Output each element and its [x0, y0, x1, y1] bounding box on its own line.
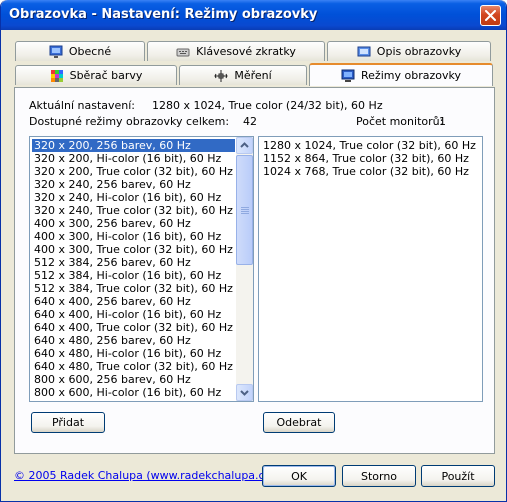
list-item[interactable]: 320 x 240, True color (32 bit), 60 Hz — [32, 204, 235, 217]
list-item[interactable]: 512 x 384, Hi-color (16 bit), 60 Hz — [32, 269, 235, 282]
list-item[interactable]: 800 x 600, 256 barev, 60 Hz — [32, 373, 235, 386]
monitor-count-value: 1 — [439, 115, 446, 128]
monitor-icon — [49, 45, 63, 58]
scroll-thumb[interactable] — [236, 155, 253, 265]
monitor-count-label: Počet monitorů: — [356, 115, 444, 128]
tab-label: Sběrač barvy — [69, 69, 143, 82]
tab-label: Měření — [234, 69, 272, 82]
list-item[interactable]: 320 x 200, True color (32 bit), 60 Hz — [32, 165, 235, 178]
list-item[interactable]: 640 x 480, Hi-color (16 bit), 60 Hz — [32, 347, 235, 360]
list-item[interactable]: 512 x 384, 256 barev, 60 Hz — [32, 256, 235, 269]
list-item[interactable]: 800 x 600, True color (32 bit), 60 Hz — [32, 399, 235, 401]
scroll-down-button[interactable] — [236, 384, 253, 401]
scroll-up-button[interactable] — [236, 137, 253, 154]
title-bar[interactable]: Obrazovka - Nastavení: Režimy obrazovky — [1, 0, 506, 30]
tab-general[interactable]: Obecné — [15, 41, 145, 61]
list-item[interactable]: 640 x 480, True color (32 bit), 60 Hz — [32, 360, 235, 373]
available-modes-list[interactable]: 320 x 200, 256 barev, 60 Hz 320 x 200, Hi… — [29, 136, 254, 402]
list-item[interactable]: 640 x 480, 256 barev, 60 Hz — [32, 334, 235, 347]
list-item[interactable]: 1280 x 1024, True color (32 bit), 60 Hz — [261, 139, 480, 152]
display-monitor-icon — [341, 69, 355, 82]
list-item[interactable]: 320 x 200, 256 barev, 60 Hz — [32, 139, 235, 152]
list-item[interactable]: 320 x 240, 256 barev, 60 Hz — [32, 178, 235, 191]
ok-button[interactable]: OK — [262, 465, 336, 487]
list-item[interactable]: 800 x 600, Hi-color (16 bit), 60 Hz — [32, 386, 235, 399]
tab-label: Režimy obrazovky — [361, 69, 461, 82]
chevron-up-icon — [240, 142, 249, 148]
tab-display-modes[interactable]: Režimy obrazovky — [309, 63, 493, 86]
tab-label: Klávesové zkratky — [196, 45, 296, 58]
list-item[interactable]: 320 x 240, Hi-color (16 bit), 60 Hz — [32, 191, 235, 204]
chevron-down-icon — [240, 390, 249, 396]
close-button[interactable] — [480, 5, 501, 26]
author-link[interactable]: © 2005 Radek Chalupa (www.radekchalupa.c… — [14, 469, 275, 482]
add-button[interactable]: Přidat — [31, 412, 105, 433]
ruler-icon — [214, 69, 228, 82]
tab-label: Opis obrazovky — [376, 45, 462, 58]
screen-capture-icon — [357, 46, 371, 56]
list-item[interactable]: 512 x 384, True color (32 bit), 60 Hz — [32, 282, 235, 295]
dialog-body: Obecné Klávesové zkratky Opis obrazovky — [4, 30, 503, 499]
vertical-scrollbar[interactable] — [236, 137, 253, 401]
tab-label: Obecné — [68, 45, 112, 58]
tab-screen-capture[interactable]: Opis obrazovky — [327, 41, 491, 61]
list-item[interactable]: 400 x 300, 256 barev, 60 Hz — [32, 217, 235, 230]
list-item[interactable]: 640 x 400, True color (32 bit), 60 Hz — [32, 321, 235, 334]
current-setting-label: Aktuální nastavení: — [29, 99, 136, 112]
list-item[interactable]: 320 x 200, Hi-color (16 bit), 60 Hz — [32, 152, 235, 165]
keyboard-icon — [176, 48, 190, 56]
list-item[interactable]: 400 x 300, True color (32 bit), 60 Hz — [32, 243, 235, 256]
remove-button[interactable]: Odebrat — [263, 412, 335, 433]
color-palette-icon — [50, 69, 63, 82]
selected-modes-list[interactable]: 1280 x 1024, True color (32 bit), 60 Hz 1… — [258, 136, 483, 402]
cancel-button[interactable]: Storno — [342, 465, 416, 487]
available-modes-count: 42 — [243, 115, 257, 128]
display-modes-panel: Aktuální nastavení: 1280 x 1024, True co… — [14, 87, 495, 454]
list-item[interactable]: 640 x 400, 256 barev, 60 Hz — [32, 295, 235, 308]
available-modes-label: Dostupné režimy obrazovky celkem: — [29, 115, 230, 128]
dialog-window: Obrazovka - Nastavení: Režimy obrazovky … — [0, 0, 507, 502]
tab-measure[interactable]: Měření — [179, 65, 307, 85]
list-item[interactable]: 400 x 300, Hi-color (16 bit), 60 Hz — [32, 230, 235, 243]
apply-button[interactable]: Použít — [421, 465, 495, 487]
window-title: Obrazovka - Nastavení: Režimy obrazovky — [9, 7, 318, 22]
list-item[interactable]: 1024 x 768, True color (32 bit), 60 Hz — [261, 165, 480, 178]
list-item[interactable]: 1152 x 864, True color (32 bit), 60 Hz — [261, 152, 480, 165]
tab-color-picker[interactable]: Sběrač barvy — [15, 65, 177, 85]
tab-shortcuts[interactable]: Klávesové zkratky — [147, 41, 325, 61]
current-setting-value: 1280 x 1024, True color (24/32 bit), 60 … — [152, 99, 383, 112]
close-icon — [485, 10, 496, 21]
list-item[interactable]: 640 x 400, Hi-color (16 bit), 60 Hz — [32, 308, 235, 321]
